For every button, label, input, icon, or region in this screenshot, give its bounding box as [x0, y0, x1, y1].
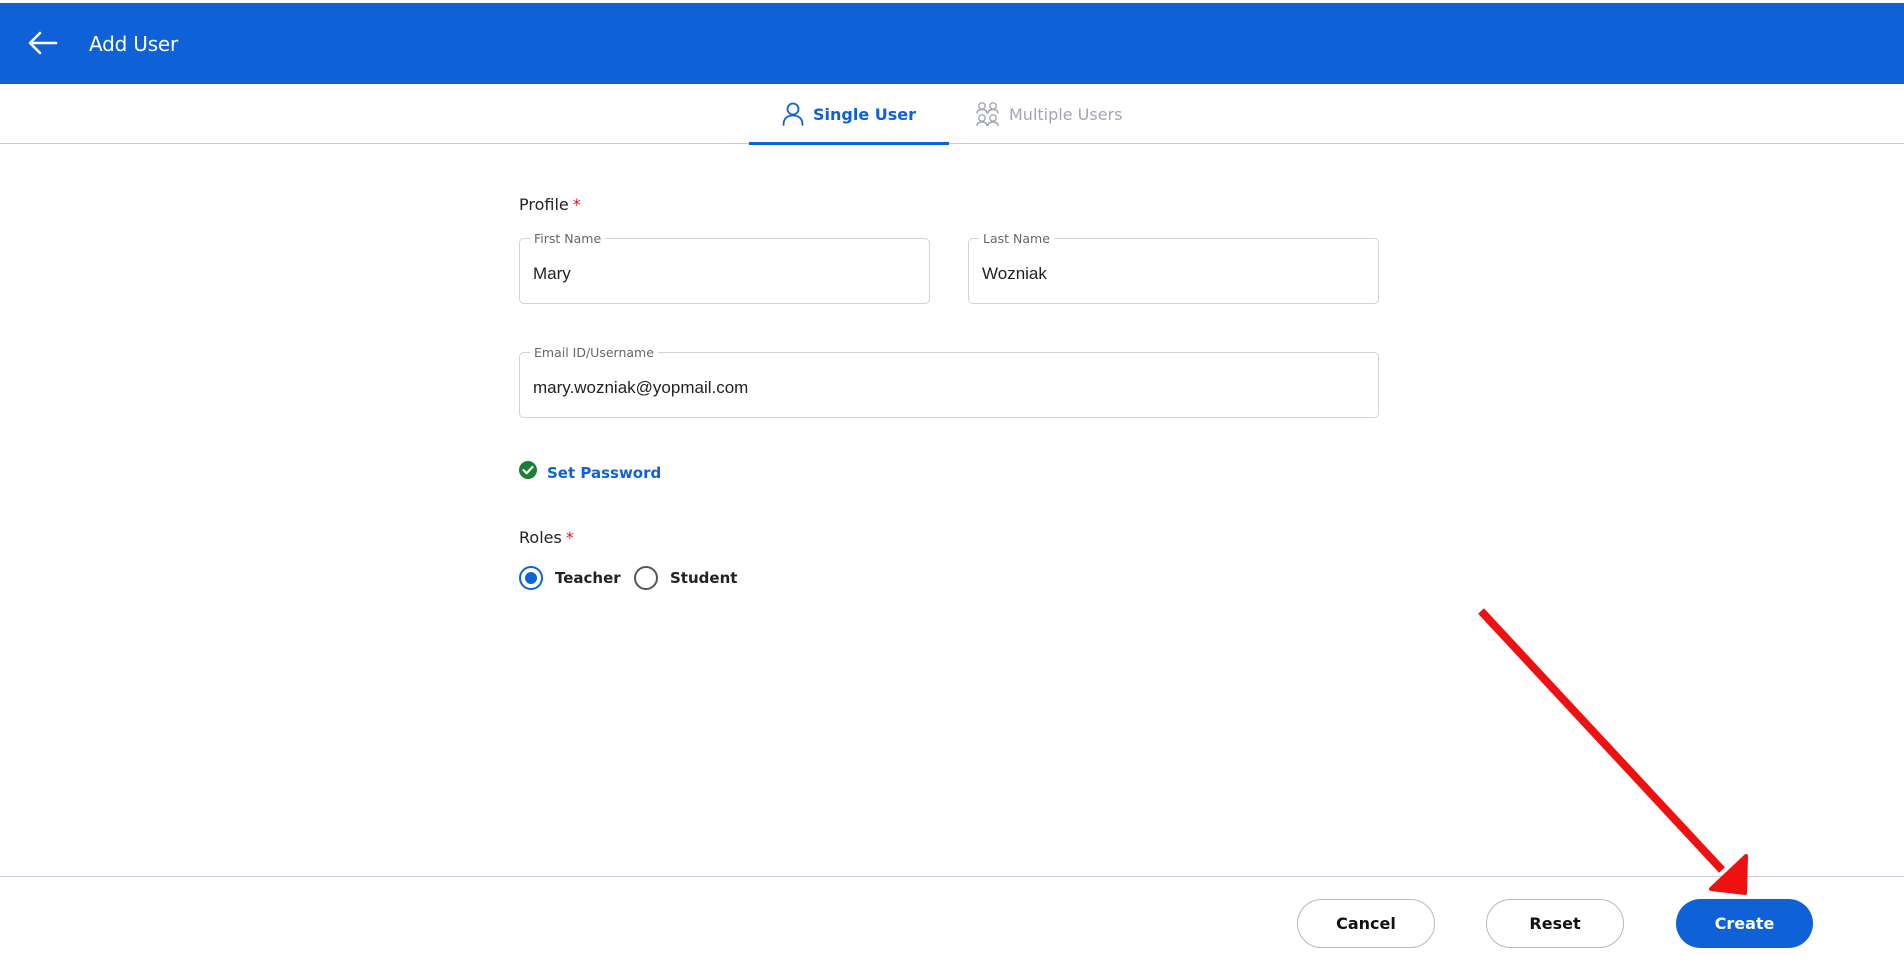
teacher-radio[interactable]: [519, 566, 543, 590]
page-title: Add User: [89, 32, 179, 56]
role-option-student[interactable]: Student: [634, 566, 737, 590]
roles-label: Roles: [519, 528, 562, 547]
people-icon: [976, 101, 1000, 127]
email-label: Email ID/Username: [530, 345, 658, 360]
footer-bar: Cancel Reset Create: [0, 876, 1904, 966]
tab-multiple-users[interactable]: Multiple Users: [976, 84, 1136, 144]
tab-bar: Single User Multiple Users: [0, 84, 1904, 145]
first-name-field: First Name: [519, 231, 930, 304]
annotation-arrow: [1478, 608, 1748, 895]
required-marker: *: [565, 528, 574, 547]
create-button[interactable]: Create: [1676, 899, 1813, 948]
required-marker: *: [572, 195, 581, 214]
email-field: Email ID/Username: [519, 345, 1379, 418]
cancel-button[interactable]: Cancel: [1297, 899, 1435, 948]
set-password-link[interactable]: Set Password: [547, 464, 661, 482]
profile-label: Profile: [519, 195, 569, 214]
last-name-label: Last Name: [979, 231, 1054, 246]
person-icon: [782, 102, 804, 126]
role-option-teacher[interactable]: Teacher: [519, 566, 621, 590]
roles-heading: Roles *: [519, 528, 574, 547]
tab-single-user[interactable]: Single User: [749, 84, 949, 145]
first-name-input[interactable]: [533, 261, 916, 287]
set-password-row[interactable]: Set Password: [519, 461, 661, 484]
reset-button[interactable]: Reset: [1486, 899, 1624, 948]
back-button[interactable]: [26, 25, 60, 61]
first-name-label: First Name: [530, 231, 606, 246]
tab-single-user-label: Single User: [812, 104, 916, 124]
email-input[interactable]: [533, 375, 1365, 401]
profile-heading: Profile *: [519, 195, 581, 214]
student-label: Student: [670, 569, 738, 587]
last-name-field: Last Name: [968, 231, 1379, 304]
last-name-input[interactable]: [982, 261, 1365, 287]
teacher-label: Teacher: [555, 569, 621, 587]
tab-multiple-users-label: Multiple Users: [1009, 104, 1123, 124]
student-radio[interactable]: [634, 566, 658, 590]
app-header: Add User: [0, 3, 1904, 84]
check-circle-icon: [519, 461, 537, 484]
arrow-left-icon: [28, 31, 58, 55]
